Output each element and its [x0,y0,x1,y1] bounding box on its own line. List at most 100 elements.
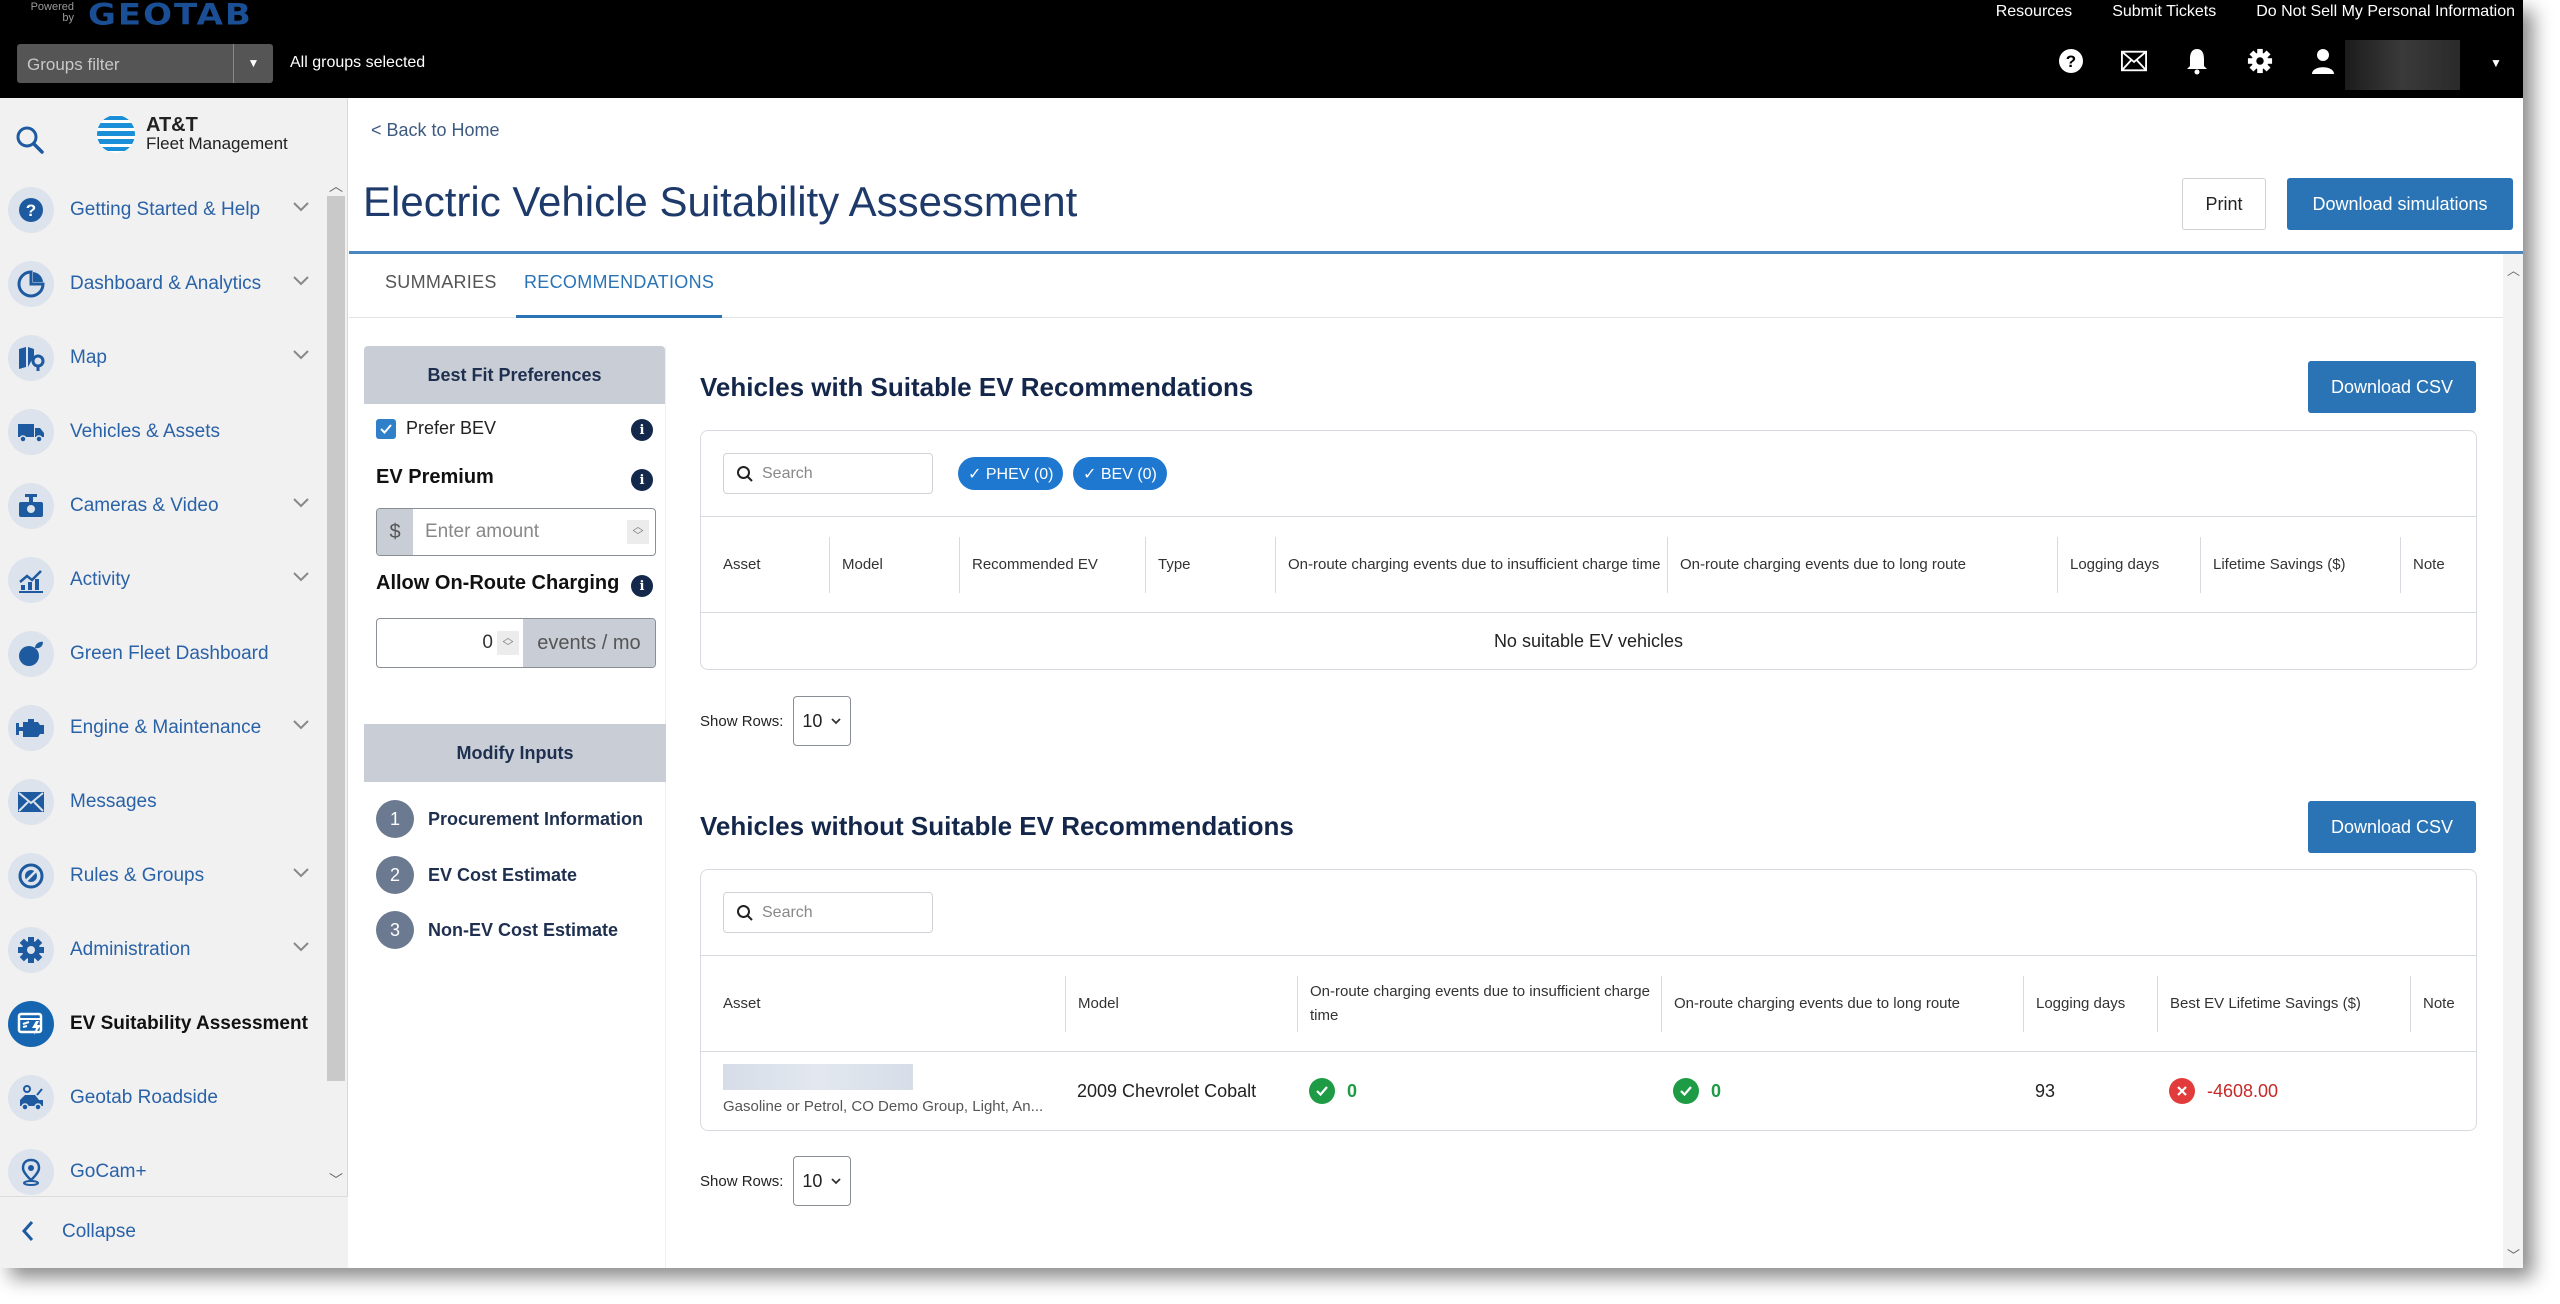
gear-icon[interactable] [2247,48,2273,74]
chevron-down-icon[interactable] [292,496,310,514]
column-header[interactable]: Asset [711,537,829,593]
column-header[interactable]: On-route charging events due to insuffic… [1297,976,1661,1032]
prefer-bev-checkbox[interactable] [376,418,396,439]
download-csv-button-suitable[interactable]: Download CSV [2308,361,2476,413]
on-route-charging-label: Allow On-Route Charging [376,572,620,594]
column-header[interactable]: Recommended EV [959,537,1145,593]
show-rows-suitable: Show Rows: 10 [700,696,852,746]
sidebar-scrollbar[interactable] [327,196,345,1081]
column-header[interactable]: Logging days [2023,976,2157,1032]
sidebar-item-label: Administration [70,939,191,960]
sidebar-item-cameras-video[interactable]: Cameras & Video [8,482,318,530]
tab-recommendations[interactable]: RECOMMENDATIONS [516,272,723,318]
pie-chart-icon [8,261,54,307]
sidebar-item-activity[interactable]: Activity [8,556,318,604]
collapse-label: Collapse [62,1221,136,1242]
column-header[interactable]: On-route charging events due to long rou… [1661,976,2023,1032]
groups-filter[interactable]: Groups filter ▼ [17,44,273,83]
help-icon[interactable]: ? [2058,48,2084,74]
bev-filter-chip[interactable]: ✓ BEV (0) [1073,457,1167,490]
main-content: < Back to Home Electric Vehicle Suitabil… [349,98,2523,1268]
scroll-up-icon[interactable]: ︿ [2507,260,2520,279]
geotab-logo[interactable]: GEOTAB [88,0,253,32]
step-ev-cost-estimate[interactable]: 2 EV Cost Estimate [376,856,577,894]
info-icon[interactable]: i [631,469,653,491]
prefer-bev-checkbox-row[interactable]: Prefer BEV [376,418,496,439]
mail-icon[interactable] [2121,48,2147,74]
sidebar-item-engine-maintenance[interactable]: Engine & Maintenance [8,704,318,752]
column-header[interactable]: Note [2410,976,2476,1032]
sidebar-item-gocam[interactable]: GoCam+ [8,1148,318,1196]
collapse-sidebar-button[interactable]: Collapse [0,1196,348,1268]
chevron-down-icon[interactable] [292,200,310,218]
show-rows-label: Show Rows: [700,712,784,730]
sidebar-item-getting-started[interactable]: ? Getting Started & Help [8,186,318,234]
on-route-charging-input[interactable]: 0 ︿ ﹀ events / mo [376,618,656,668]
ev-premium-placeholder[interactable]: Enter amount [413,509,627,555]
main-scrollbar[interactable]: ︿ ﹀ [2503,254,2523,1268]
chevron-down-icon [831,718,842,725]
svg-text:?: ? [2066,52,2076,71]
chevron-down-icon[interactable] [292,940,310,958]
resources-link[interactable]: Resources [1996,3,2072,21]
suitable-search-input[interactable]: Search [723,453,933,494]
sidebar-item-label: Rules & Groups [70,865,205,886]
tab-summaries[interactable]: SUMMARIES [385,272,497,318]
download-simulations-button[interactable]: Download simulations [2287,178,2513,230]
column-header[interactable]: On-route charging events due to insuffic… [1275,537,1667,593]
search-placeholder: Search [762,464,813,482]
sidebar-item-vehicles-assets[interactable]: Vehicles & Assets [8,408,318,456]
unsuitable-search-input[interactable]: Search [723,892,933,933]
sidebar-item-green-fleet[interactable]: Green Fleet Dashboard [8,630,318,678]
show-rows-select[interactable]: 10 [793,696,852,746]
column-header[interactable]: Model [1065,976,1297,1032]
column-header[interactable]: Asset [711,976,1065,1032]
chevron-down-icon[interactable] [292,570,310,588]
sidebar-item-dashboard-analytics[interactable]: Dashboard & Analytics [8,260,318,308]
info-icon[interactable]: i [631,419,653,441]
user-name-redacted[interactable] [2345,40,2460,90]
table-row[interactable]: Gasoline or Petrol, CO Demo Group, Light… [701,1052,2476,1130]
download-csv-button-unsuitable[interactable]: Download CSV [2308,801,2476,853]
column-header[interactable]: Logging days [2057,537,2200,593]
asset-name-redacted[interactable] [723,1064,913,1090]
column-header[interactable]: Model [829,537,959,593]
print-button[interactable]: Print [2182,178,2266,230]
phev-filter-chip[interactable]: ✓ PHEV (0) [958,457,1064,490]
column-header[interactable]: Note [2400,537,2476,593]
column-header[interactable]: On-route charging events due to long rou… [1667,537,2057,593]
step-procurement-information[interactable]: 1 Procurement Information [376,800,643,838]
on-route-stepper[interactable]: ︿ ﹀ [497,631,519,655]
do-not-sell-link[interactable]: Do Not Sell My Personal Information [2256,3,2515,21]
chevron-down-icon[interactable] [292,274,310,292]
suitable-table: Search ✓ PHEV (0) ✓ BEV (0) Asset Model … [700,430,2477,670]
sidebar-item-administration[interactable]: Administration [8,926,318,974]
ev-premium-input[interactable]: $ Enter amount ︿ ﹀ [376,508,656,556]
sidebar-item-map[interactable]: Map [8,334,318,382]
chevron-down-icon[interactable] [292,348,310,366]
back-to-home-link[interactable]: < Back to Home [371,120,500,141]
step-non-ev-cost-estimate[interactable]: 3 Non-EV Cost Estimate [376,911,618,949]
info-icon[interactable]: i [631,575,653,597]
sidebar-search-icon[interactable] [14,124,46,161]
user-icon[interactable] [2310,48,2336,74]
on-route-charging-value[interactable]: 0 [482,632,493,654]
sidebar-item-rules-groups[interactable]: Rules & Groups [8,852,318,900]
sidebar-item-messages[interactable]: Messages [8,778,318,826]
sidebar-item-geotab-roadside[interactable]: Geotab Roadside [8,1074,318,1122]
ev-premium-stepper[interactable]: ︿ ﹀ [627,520,649,544]
column-header[interactable]: Best EV Lifetime Savings ($) [2157,976,2410,1032]
submit-tickets-link[interactable]: Submit Tickets [2112,3,2216,21]
sidebar-scroll-down-icon[interactable]: ﹀ [329,1170,343,1190]
chevron-down-icon[interactable] [292,866,310,884]
column-header[interactable]: Type [1145,537,1275,593]
sidebar-item-ev-suitability[interactable]: EV Suitability Assessment [8,1000,318,1048]
column-header[interactable]: Lifetime Savings ($) [2200,537,2400,593]
chevron-down-icon[interactable] [292,718,310,736]
user-menu-caret-icon[interactable]: ▼ [2490,56,2502,70]
scroll-down-icon[interactable]: ﹀ [2507,1245,2520,1264]
groups-filter-dropdown-button[interactable]: ▼ [233,44,273,83]
sidebar-scroll-up-icon[interactable]: ︿ [329,176,343,196]
bell-icon[interactable] [2184,48,2210,75]
show-rows-select[interactable]: 10 [793,1156,852,1206]
